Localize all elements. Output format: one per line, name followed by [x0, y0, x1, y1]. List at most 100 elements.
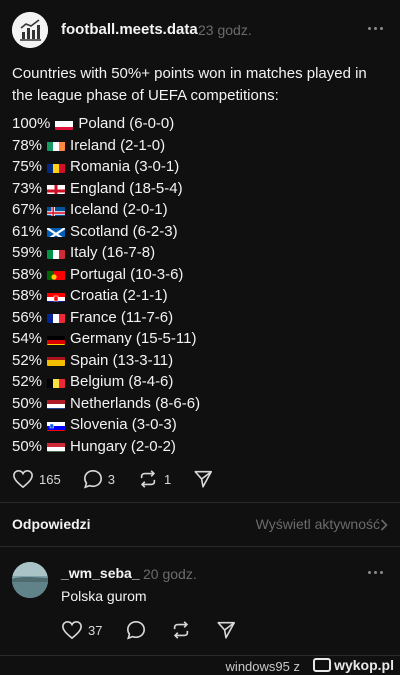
country-record: Germany (15-5-11) [70, 330, 197, 347]
country-record: France (11-7-6) [70, 308, 174, 326]
reply-comment-button[interactable] [126, 620, 146, 640]
reply-time: 20 godz. [143, 566, 197, 582]
watermark-user: windows95 z [225, 659, 300, 674]
romania-flag-icon [47, 161, 66, 173]
country-row: 52% Belgium (8-4-6) [12, 371, 200, 393]
country-row: 78% Ireland (2-1-0) [12, 135, 200, 157]
repost-count: 1 [163, 471, 172, 487]
percentage: 50% [12, 437, 43, 455]
england-flag-icon [47, 182, 66, 195]
percentage: 56% [12, 308, 43, 326]
slovenia-flag-icon [47, 419, 66, 431]
post-actions: 165 3 1 [12, 468, 235, 490]
country-record: Ireland (2-1-0) [70, 136, 166, 154]
percentage: 52% [12, 373, 43, 390]
percentage: 50% [12, 416, 43, 433]
country-row: 61% Scotland (6-2-3) [12, 221, 200, 243]
country-row: 67% Iceland (2-0-1) [12, 199, 200, 221]
share-button[interactable] [193, 469, 213, 489]
portugal-flag-icon [47, 268, 66, 281]
reply-like-count: 37 [88, 622, 103, 638]
wykop-logo: wykop.pl [313, 657, 394, 673]
croatia-flag-icon [47, 290, 66, 302]
reply-username[interactable]: _wm_seba_ [61, 565, 140, 581]
comment-icon [83, 469, 102, 489]
country-row: 50% Hungary (2-0-2) [12, 436, 200, 458]
more-options-icon[interactable] [364, 562, 388, 582]
percentage: 58% [12, 287, 43, 304]
country-record: Italy (16-7-8) [70, 244, 156, 261]
country-row: 50% Netherlands (8-6-6) [12, 393, 200, 415]
spain-flag-icon [47, 354, 66, 367]
scotland-flag-icon [47, 225, 66, 238]
percentage: 78% [12, 136, 43, 154]
country-row: 54% Germany (15-5-11) [12, 328, 200, 350]
landscape-photo-icon [12, 562, 48, 598]
comment-count: 3 [107, 471, 115, 487]
divider [0, 546, 400, 547]
poland-flag-icon [55, 118, 74, 130]
percentage: 54% [12, 330, 43, 347]
reply-repost-button[interactable] [170, 620, 192, 640]
watermark: windows95 z wykop.pl [0, 655, 400, 675]
repost-button[interactable]: 1 [137, 469, 171, 489]
country-row: 50% Slovenia (3-0-3) [12, 414, 200, 436]
avatar[interactable] [12, 12, 48, 48]
percentage: 100% [12, 115, 51, 132]
percentage: 61% [12, 222, 43, 240]
country-row: 73% England (18-5-4) [12, 178, 200, 200]
reply-avatar[interactable] [12, 562, 48, 598]
country-row: 58% Portugal (10-3-6) [12, 264, 200, 286]
percentage: 67% [12, 201, 43, 218]
repost-icon [140, 470, 156, 488]
percentage: 58% [12, 265, 43, 283]
like-count: 165 [39, 471, 61, 487]
country-record: Belgium (8-4-6) [70, 373, 174, 390]
country-row: 58% Croatia (2-1-1) [12, 285, 200, 307]
percentage: 75% [12, 158, 43, 175]
percentage: 52% [12, 351, 43, 369]
iceland-flag-icon [47, 204, 66, 216]
like-button[interactable]: 165 [12, 469, 61, 489]
heart-icon [62, 620, 82, 640]
chart-logo-icon [12, 12, 48, 48]
reply-share-button[interactable] [216, 620, 236, 640]
wykop-logo-icon [313, 658, 332, 672]
country-record: Portugal (10-3-6) [70, 265, 184, 283]
country-record: Poland (6-0-0) [78, 115, 175, 132]
chevron-right-icon[interactable] [380, 519, 388, 531]
reply-text: Polska gurom [61, 588, 147, 604]
heart-icon [13, 469, 33, 489]
country-record: England (18-5-4) [70, 179, 183, 197]
country-record: Hungary (2-0-2) [70, 437, 176, 455]
post-time: 23 godz. [198, 22, 252, 38]
country-record: Netherlands (8-6-6) [70, 394, 201, 412]
view-activity-link[interactable]: Wyświetl aktywność [256, 516, 380, 532]
country-list: 100% Poland (6-0-0) 78% Ireland (2-1-0) 75% R… [12, 113, 200, 457]
more-options-icon[interactable] [364, 18, 388, 38]
country-row: 75% Romania (3-0-1) [12, 156, 200, 178]
italy-flag-icon [47, 247, 66, 259]
country-record: Croatia (2-1-1) [70, 287, 168, 304]
country-record: Iceland (2-0-1) [70, 201, 168, 218]
france-flag-icon [47, 311, 66, 324]
ireland-flag-icon [47, 139, 66, 152]
country-record: Romania (3-0-1) [70, 158, 180, 175]
reply-like-button[interactable]: 37 [61, 620, 102, 640]
germany-flag-icon [47, 333, 66, 345]
post-intro: Countries with 50%+ points won in matche… [12, 65, 367, 104]
percentage: 59% [12, 244, 43, 261]
country-row: 52% Spain (13-3-11) [12, 350, 200, 372]
netherlands-flag-icon [47, 397, 66, 410]
percentage: 73% [12, 179, 43, 197]
country-record: Scotland (6-2-3) [70, 222, 178, 240]
belgium-flag-icon [47, 376, 66, 388]
send-icon [217, 621, 236, 639]
replies-header: Odpowiedzi [12, 516, 91, 532]
comment-icon [127, 620, 146, 640]
post-username[interactable]: football.meets.data [61, 21, 198, 38]
percentage: 50% [12, 394, 43, 412]
hungary-flag-icon [47, 440, 66, 453]
comment-button[interactable]: 3 [83, 469, 115, 489]
send-icon [194, 470, 213, 488]
